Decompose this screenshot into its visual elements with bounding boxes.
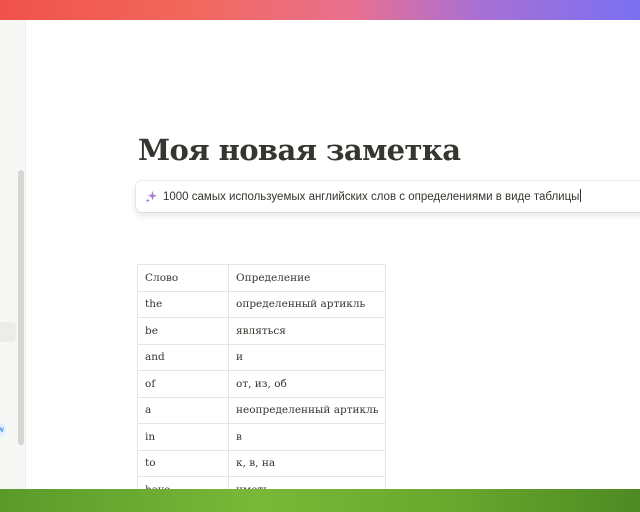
sidebar-new-badge[interactable]: w: [0, 423, 6, 437]
header-cell-word[interactable]: Слово: [137, 264, 229, 292]
cell-definition[interactable]: от, из, об: [227, 370, 387, 398]
cell-definition[interactable]: в: [227, 423, 387, 451]
ai-prompt-value: 1000 самых используемых английских слов …: [163, 191, 580, 203]
cell-word[interactable]: to: [137, 449, 229, 477]
table-row: to к, в, на: [137, 449, 387, 477]
cell-word[interactable]: be: [137, 317, 229, 345]
header-cell-definition[interactable]: Определение: [227, 264, 387, 292]
sidebar: w: [0, 20, 26, 489]
cell-definition[interactable]: к, в, на: [227, 449, 387, 477]
cell-word[interactable]: the: [137, 290, 229, 318]
cell-definition[interactable]: иметь: [227, 476, 387, 489]
cell-definition[interactable]: определенный артикль: [227, 290, 387, 318]
text-caret: [580, 189, 582, 202]
cell-word[interactable]: and: [137, 343, 229, 371]
cell-word[interactable]: of: [137, 370, 229, 398]
table-row: in в: [137, 423, 387, 451]
cell-word[interactable]: have: [137, 476, 229, 489]
sidebar-item-selected[interactable]: [0, 322, 16, 342]
desktop-wallpaper-top: [0, 0, 640, 20]
cell-word[interactable]: a: [137, 396, 229, 424]
cell-definition[interactable]: являться: [227, 317, 387, 345]
table-row: the определенный артикль: [137, 290, 387, 318]
table-row: be являться: [137, 317, 387, 345]
sidebar-scrollbar[interactable]: [18, 170, 24, 445]
page-title[interactable]: Моя новая заметка: [138, 133, 461, 167]
sparkle-icon: [145, 190, 158, 203]
cell-definition[interactable]: и: [227, 343, 387, 371]
table-row: of от, из, об: [137, 370, 387, 398]
table-header-row: Слово Определение: [137, 264, 387, 292]
words-table: Слово Определение the определенный артикль b…: [137, 264, 387, 489]
table-row: and и: [137, 343, 387, 371]
table-row: a неопределенный артикль: [137, 396, 387, 424]
ai-prompt-text[interactable]: 1000 самых используемых английских слов …: [163, 189, 582, 203]
ai-prompt-input[interactable]: 1000 самых используемых английских слов …: [136, 181, 640, 212]
table-row: haveиметь: [137, 476, 387, 489]
notes-window: w Моя новая заметка 1000 самых используе…: [0, 20, 640, 489]
desktop-wallpaper-bottom: [0, 489, 640, 512]
cell-word[interactable]: in: [137, 423, 229, 451]
cell-definition[interactable]: неопределенный артикль: [227, 396, 387, 424]
